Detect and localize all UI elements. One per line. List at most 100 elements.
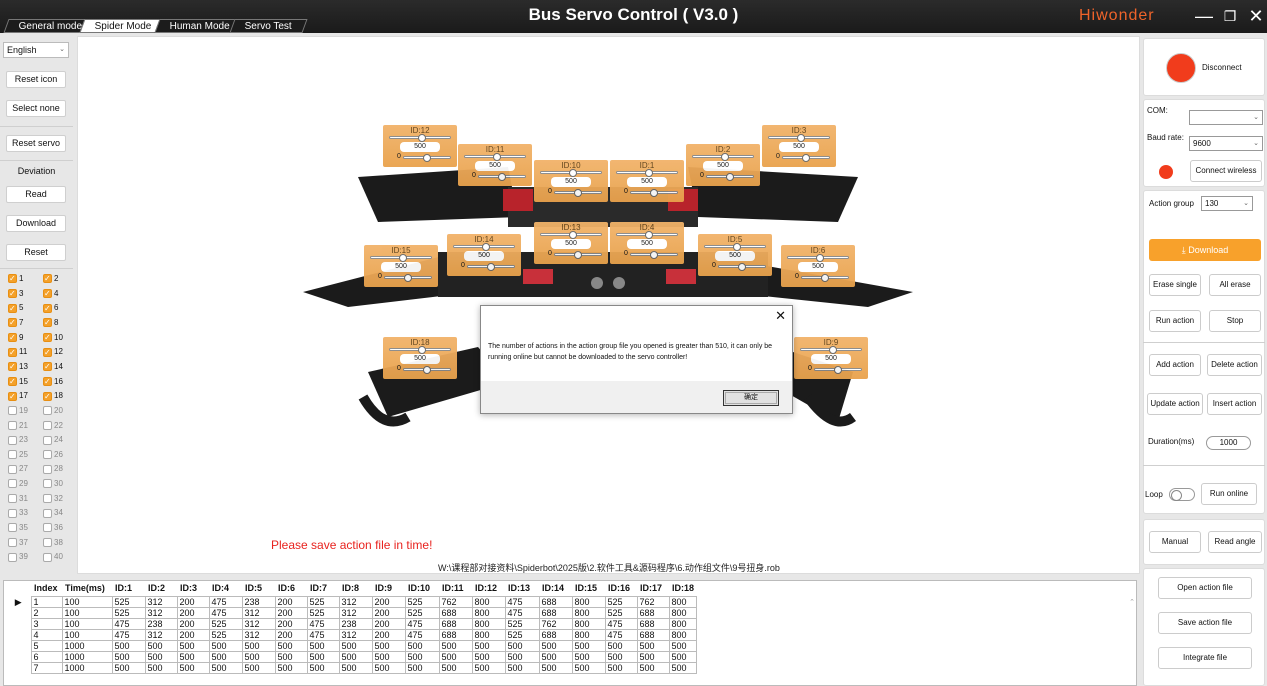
table-cell[interactable]: 500 bbox=[504, 639, 540, 652]
column-header[interactable]: ID:2 bbox=[145, 581, 177, 596]
table-cell[interactable]: 500 bbox=[371, 661, 406, 674]
servo-checkbox-22[interactable]: 22 bbox=[43, 420, 63, 431]
servo-value-field[interactable]: 500 bbox=[627, 177, 667, 187]
table-cell[interactable]: 688 bbox=[538, 606, 573, 619]
table-cell[interactable]: 800 bbox=[668, 595, 697, 608]
table-cell[interactable]: 500 bbox=[668, 661, 697, 674]
deviation-slider[interactable] bbox=[554, 251, 602, 259]
deviation-slider[interactable] bbox=[782, 154, 830, 162]
table-cell[interactable]: 500 bbox=[604, 661, 638, 674]
table-cell[interactable]: 525 bbox=[306, 595, 340, 608]
servo-value-field[interactable]: 500 bbox=[551, 239, 591, 249]
table-cell[interactable]: 100 bbox=[61, 606, 113, 619]
table-cell[interactable]: 525 bbox=[404, 595, 440, 608]
table-cell[interactable]: 500 bbox=[668, 639, 697, 652]
add-action-button[interactable]: Add action bbox=[1149, 354, 1201, 376]
table-cell[interactable]: 800 bbox=[571, 617, 606, 630]
servo-checkbox-33[interactable]: 33 bbox=[8, 507, 28, 518]
servo-checkbox-8[interactable]: 8 bbox=[43, 317, 58, 328]
table-row[interactable]: 3 100 475 238 200 525 312 200 475 238 200 475 688 800… bbox=[4, 617, 697, 630]
servo-checkbox-36[interactable]: 36 bbox=[43, 522, 63, 533]
servo-checkbox-23[interactable]: 23 bbox=[8, 434, 28, 445]
read-angle-button[interactable]: Read angle bbox=[1208, 531, 1262, 553]
table-cell[interactable]: 475 bbox=[208, 595, 243, 608]
table-cell[interactable]: 688 bbox=[438, 628, 473, 641]
column-header[interactable]: ID:6 bbox=[275, 581, 307, 596]
maximize-icon[interactable]: ❐ bbox=[1219, 4, 1241, 28]
table-cell[interactable]: 688 bbox=[636, 628, 670, 641]
table-cell[interactable]: 762 bbox=[438, 595, 473, 608]
servo-slider[interactable] bbox=[768, 134, 830, 142]
table-cell[interactable]: 500 bbox=[538, 639, 573, 652]
table-cell[interactable]: 500 bbox=[241, 650, 276, 663]
table-row[interactable]: 7 1000 500 500 500 500 500 500 500 500 500 500 500 50… bbox=[4, 661, 697, 674]
table-cell[interactable]: 500 bbox=[471, 650, 506, 663]
table-cell[interactable]: 525 bbox=[111, 595, 146, 608]
servo-checkbox-27[interactable]: 27 bbox=[8, 463, 28, 474]
table-cell[interactable]: 312 bbox=[338, 628, 373, 641]
slider-handle[interactable] bbox=[644, 169, 653, 177]
slider-handle[interactable] bbox=[481, 243, 490, 251]
all-erase-button[interactable]: All erase bbox=[1209, 274, 1261, 296]
row-header[interactable] bbox=[4, 662, 31, 673]
table-cell[interactable]: 500 bbox=[306, 639, 340, 652]
servo-slider[interactable] bbox=[616, 169, 678, 177]
table-cell[interactable]: 800 bbox=[668, 628, 697, 641]
servo-checkbox-17[interactable]: 17 bbox=[8, 390, 28, 402]
table-cell[interactable]: 200 bbox=[371, 606, 406, 619]
table-cell[interactable]: 500 bbox=[338, 661, 373, 674]
slider-handle[interactable] bbox=[417, 134, 426, 142]
table-cell[interactable]: 475 bbox=[111, 617, 146, 630]
table-cell[interactable]: 500 bbox=[636, 661, 670, 674]
table-cell[interactable]: 500 bbox=[176, 661, 210, 674]
duration-input[interactable]: 1000 bbox=[1206, 436, 1251, 450]
ok-button[interactable]: 确定 bbox=[723, 390, 779, 406]
servo-value-field[interactable]: 500 bbox=[400, 354, 440, 364]
servo-checkbox-5[interactable]: 5 bbox=[8, 302, 23, 314]
table-cell[interactable]: 800 bbox=[668, 617, 697, 630]
table-cell[interactable]: 200 bbox=[274, 595, 308, 608]
column-header[interactable]: ID:3 bbox=[177, 581, 209, 596]
tab-servo-test[interactable]: Servo Test bbox=[229, 19, 308, 33]
table-scrollbar[interactable]: ⌃ bbox=[1128, 598, 1136, 686]
table-cell[interactable]: 500 bbox=[668, 650, 697, 663]
slider-handle[interactable] bbox=[423, 154, 432, 162]
select-none-button[interactable]: Select none bbox=[6, 100, 66, 117]
table-cell[interactable]: 500 bbox=[208, 661, 243, 674]
table-cell[interactable]: 7 bbox=[30, 661, 63, 674]
servo-slider[interactable] bbox=[616, 231, 678, 239]
reset-icon-button[interactable]: Reset icon bbox=[6, 71, 66, 88]
table-cell[interactable]: 500 bbox=[438, 639, 473, 652]
table-row[interactable]: ▶ 1 100 525 312 200 475 238 200 525 312 200 525 762 80… bbox=[4, 595, 697, 608]
table-cell[interactable]: 312 bbox=[338, 606, 373, 619]
column-header[interactable]: Time(ms) bbox=[62, 581, 112, 596]
column-header[interactable]: ID:10 bbox=[405, 581, 439, 596]
row-header[interactable] bbox=[4, 651, 31, 662]
table-cell[interactable]: 688 bbox=[636, 617, 670, 630]
servo-checkbox-20[interactable]: 20 bbox=[43, 405, 63, 416]
servo-checkbox-34[interactable]: 34 bbox=[43, 507, 63, 518]
servo-checkbox-39[interactable]: 39 bbox=[8, 551, 28, 562]
column-header[interactable]: ID:17 bbox=[637, 581, 669, 596]
slider-handle[interactable] bbox=[498, 173, 507, 181]
table-cell[interactable]: 500 bbox=[274, 639, 308, 652]
table-cell[interactable]: 800 bbox=[471, 617, 506, 630]
table-cell[interactable]: 200 bbox=[274, 617, 308, 630]
table-cell[interactable]: 500 bbox=[111, 639, 146, 652]
column-header[interactable]: ID:15 bbox=[572, 581, 605, 596]
table-cell[interactable]: 475 bbox=[404, 628, 440, 641]
servo-checkbox-38[interactable]: 38 bbox=[43, 537, 63, 548]
table-cell[interactable]: 312 bbox=[144, 628, 178, 641]
table-cell[interactable]: 475 bbox=[504, 606, 540, 619]
slider-handle[interactable] bbox=[650, 189, 659, 197]
servo-slider[interactable] bbox=[464, 153, 526, 161]
table-cell[interactable]: 500 bbox=[111, 661, 146, 674]
table-cell[interactable]: 1000 bbox=[61, 661, 113, 674]
table-cell[interactable]: 200 bbox=[371, 595, 406, 608]
table-cell[interactable]: 500 bbox=[338, 639, 373, 652]
table-cell[interactable]: 500 bbox=[241, 661, 276, 674]
servo-checkbox-40[interactable]: 40 bbox=[43, 551, 63, 562]
chevron-up-icon[interactable]: ⌃ bbox=[1128, 598, 1136, 606]
disconnect-button[interactable]: Disconnect bbox=[1202, 63, 1242, 72]
column-header[interactable]: ID:11 bbox=[439, 581, 472, 596]
